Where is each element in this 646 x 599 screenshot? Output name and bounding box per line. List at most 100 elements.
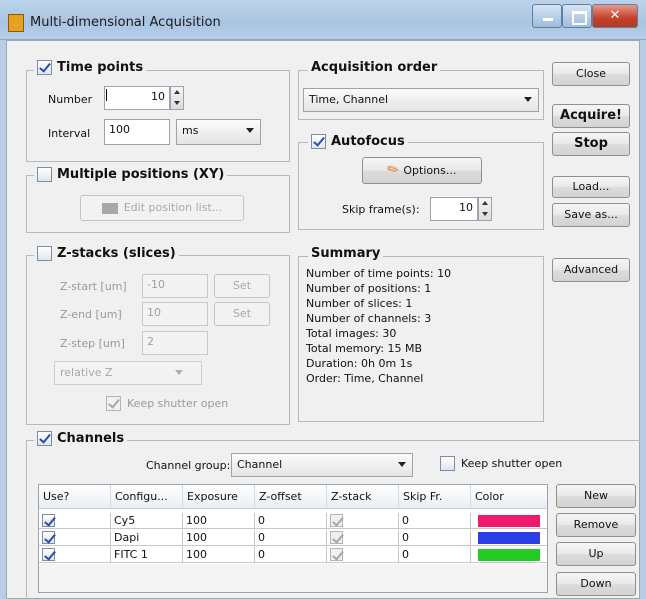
window-title: Multi-dimensional Acquisition bbox=[30, 15, 221, 30]
exposure-cell[interactable]: 100 bbox=[183, 547, 255, 563]
load-button[interactable]: Load... bbox=[552, 176, 630, 198]
channels-legend: Channels bbox=[34, 431, 128, 446]
app-icon bbox=[8, 14, 24, 32]
save-as-button[interactable]: Save as... bbox=[552, 203, 630, 227]
zstart-input[interactable]: -10 bbox=[142, 274, 208, 298]
use-checkbox[interactable] bbox=[42, 514, 55, 527]
z-mode-select[interactable]: relative Z bbox=[54, 361, 202, 385]
channel-group-select[interactable]: Channel bbox=[231, 453, 413, 477]
skip-frames-spinner[interactable] bbox=[478, 197, 492, 221]
channel-group-label: Channel group: bbox=[146, 459, 231, 472]
grid-icon bbox=[101, 202, 118, 214]
column-header[interactable]: Skip Fr. bbox=[399, 485, 471, 509]
autofocus-options-button[interactable]: ✎Options... bbox=[362, 157, 482, 184]
use-checkbox[interactable] bbox=[42, 531, 55, 544]
column-header[interactable]: Z-stack bbox=[327, 485, 399, 509]
z-keep-shutter-checkbox[interactable] bbox=[106, 396, 121, 411]
channels-checkbox[interactable] bbox=[37, 431, 52, 446]
close-button[interactable]: Close bbox=[552, 62, 630, 86]
zstack-checkbox[interactable] bbox=[330, 514, 343, 527]
channels-keep-shutter-checkbox[interactable] bbox=[440, 456, 455, 471]
zstack-checkbox[interactable] bbox=[330, 548, 343, 561]
table-row[interactable]: FITC 1 100 0 0 bbox=[39, 547, 547, 563]
skip-cell[interactable]: 0 bbox=[399, 547, 471, 563]
column-header[interactable]: Exposure bbox=[183, 485, 255, 509]
number-input[interactable]: 10 bbox=[104, 86, 170, 110]
zstart-label: Z-start [um] bbox=[60, 280, 127, 293]
remove-channel-button[interactable]: Remove bbox=[556, 513, 636, 537]
color-swatch[interactable] bbox=[478, 515, 540, 527]
chevron-down-icon bbox=[175, 370, 183, 375]
z-keep-shutter-row: Keep shutter open bbox=[106, 396, 228, 411]
skip-frames-input[interactable]: 10 bbox=[430, 197, 478, 221]
close-icon: ✕ bbox=[609, 8, 621, 23]
move-down-button[interactable]: Down bbox=[556, 572, 636, 596]
skip-cell[interactable]: 0 bbox=[399, 530, 471, 546]
number-spinner[interactable] bbox=[170, 86, 184, 110]
color-cell[interactable] bbox=[471, 547, 547, 563]
zstep-label: Z-step [um] bbox=[60, 337, 125, 350]
acq-order-select[interactable]: Time, Channel bbox=[303, 88, 539, 112]
stop-button[interactable]: Stop bbox=[552, 132, 630, 156]
summary-line: Total images: 30 bbox=[306, 327, 397, 340]
acq-order-legend: Acquisition order bbox=[308, 60, 441, 75]
acquire-button[interactable]: Acquire! bbox=[552, 104, 630, 128]
acq-order-label: Acquisition order bbox=[311, 60, 438, 75]
exposure-cell[interactable]: 100 bbox=[183, 513, 255, 529]
config-cell[interactable]: FITC 1 bbox=[111, 547, 183, 563]
close-window-button[interactable]: ✕ bbox=[592, 4, 638, 28]
config-cell[interactable]: Cy5 bbox=[111, 513, 183, 529]
move-up-button[interactable]: Up bbox=[556, 542, 636, 566]
color-swatch[interactable] bbox=[478, 532, 540, 544]
column-header[interactable]: Use? bbox=[39, 485, 111, 509]
autofocus-checkbox[interactable] bbox=[311, 134, 326, 149]
interval-input[interactable]: 100 bbox=[104, 119, 170, 145]
use-checkbox[interactable] bbox=[42, 548, 55, 561]
advanced-button[interactable]: Advanced bbox=[552, 258, 630, 282]
new-channel-button[interactable]: New bbox=[556, 484, 636, 508]
column-header[interactable]: Z-offset bbox=[255, 485, 327, 509]
z-mode-value: relative Z bbox=[60, 366, 113, 379]
channels-keep-shutter-label: Keep shutter open bbox=[461, 457, 563, 470]
channels-label: Channels bbox=[57, 431, 125, 446]
spin-down-icon[interactable] bbox=[171, 98, 183, 109]
column-header[interactable]: Configu... bbox=[111, 485, 183, 509]
autofocus-label: Autofocus bbox=[331, 134, 405, 149]
interval-unit-select[interactable]: ms bbox=[176, 119, 261, 145]
zend-label: Z-end [um] bbox=[60, 308, 122, 321]
channels-keep-shutter-row: Keep shutter open bbox=[440, 456, 562, 471]
zstack-checkbox[interactable] bbox=[330, 531, 343, 544]
table-row[interactable]: Cy5 100 0 0 bbox=[39, 513, 547, 529]
summary-label: Summary bbox=[311, 246, 381, 261]
summary-line: Order: Time, Channel bbox=[306, 372, 424, 385]
color-cell[interactable] bbox=[471, 513, 547, 529]
zoffset-cell[interactable]: 0 bbox=[255, 513, 327, 529]
zoffset-cell[interactable]: 0 bbox=[255, 530, 327, 546]
zend-set-button[interactable]: Set bbox=[214, 302, 270, 326]
window-border-right bbox=[640, 40, 646, 599]
time-points-checkbox[interactable] bbox=[37, 60, 52, 75]
zend-input[interactable]: 10 bbox=[142, 302, 208, 326]
spin-up-icon[interactable] bbox=[479, 198, 491, 209]
maximize-button[interactable] bbox=[562, 4, 592, 28]
summary-line: Number of positions: 1 bbox=[306, 282, 432, 295]
spin-down-icon[interactable] bbox=[479, 209, 491, 220]
zstep-input[interactable]: 2 bbox=[142, 331, 208, 355]
summary-line: Number of channels: 3 bbox=[306, 312, 432, 325]
number-label: Number bbox=[48, 93, 93, 106]
exposure-cell[interactable]: 100 bbox=[183, 530, 255, 546]
autofocus-group bbox=[298, 142, 544, 230]
table-row[interactable]: Dapi 100 0 0 bbox=[39, 530, 547, 546]
spin-up-icon[interactable] bbox=[171, 87, 183, 98]
minimize-button[interactable] bbox=[532, 4, 562, 28]
zstart-set-button[interactable]: Set bbox=[214, 274, 270, 298]
skip-cell[interactable]: 0 bbox=[399, 513, 471, 529]
edit-position-list-button[interactable]: Edit position list... bbox=[80, 195, 244, 221]
color-cell[interactable] bbox=[471, 530, 547, 546]
zoffset-cell[interactable]: 0 bbox=[255, 547, 327, 563]
column-header[interactable]: Color bbox=[471, 485, 547, 509]
config-cell[interactable]: Dapi bbox=[111, 530, 183, 546]
positions-checkbox[interactable] bbox=[37, 167, 52, 182]
zstacks-checkbox[interactable] bbox=[37, 246, 52, 261]
color-swatch[interactable] bbox=[478, 549, 540, 561]
